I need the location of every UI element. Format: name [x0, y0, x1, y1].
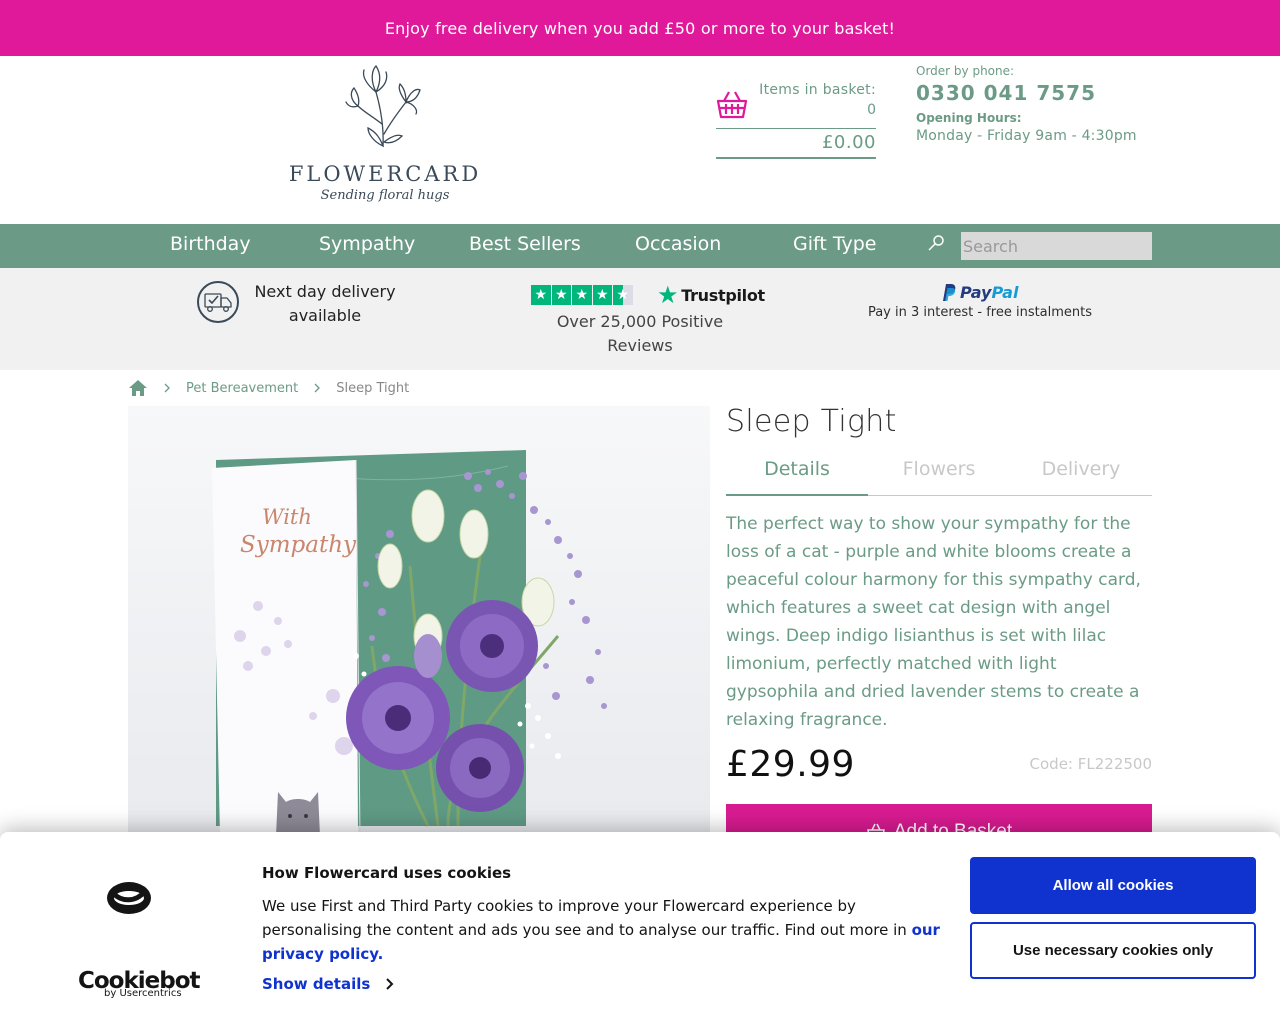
search-input[interactable] — [961, 232, 1152, 260]
basket-icon[interactable] — [716, 88, 748, 120]
cookiebot-mark-icon — [107, 882, 151, 914]
nav-item-birthday[interactable]: Birthday — [170, 233, 251, 255]
basket-label: Items in basket: — [759, 82, 876, 98]
trustpilot-star-icon: ★ — [551, 285, 571, 305]
trustpilot-logo[interactable]: ★ Trustpilot — [657, 281, 765, 309]
opening-hours-label: Opening Hours: — [916, 111, 1022, 125]
basket-underline — [716, 157, 876, 159]
product-image[interactable]: With Sympathy — [128, 406, 710, 836]
paypal-logo: PayPal — [940, 282, 1018, 302]
promo-text: Enjoy free delivery when you add £50 or … — [384, 18, 896, 38]
basket-count: 0 — [867, 102, 876, 118]
trustpilot-brand: Trustpilot — [681, 285, 765, 305]
home-icon[interactable] — [128, 379, 148, 397]
paypal-instalments-text: Pay in 3 interest - free instalments — [867, 305, 1093, 320]
tab-flowers[interactable]: Flowers — [868, 458, 1010, 496]
breadcrumb-pet-bereavement[interactable]: Pet Bereavement — [186, 381, 298, 396]
nav-item-sympathy[interactable]: Sympathy — [319, 233, 415, 255]
chevron-right-icon — [386, 978, 394, 990]
nav-item-best-sellers[interactable]: Best Sellers — [469, 233, 581, 255]
paypal-icon — [943, 284, 956, 301]
opening-hours: Monday - Friday 9am - 4:30pm — [916, 128, 1137, 144]
trustpilot-star-icon: ★ — [592, 285, 612, 305]
basket-summary[interactable]: Items in basket: 0 £0.00 — [716, 80, 876, 159]
chevron-right-icon — [164, 383, 170, 393]
tab-delivery[interactable]: Delivery — [1010, 458, 1152, 496]
order-by-phone-label: Order by phone: — [916, 64, 1015, 78]
necessary-cookies-button[interactable]: Use necessary cookies only — [970, 922, 1256, 979]
product-code: Code: FL222500 — [1029, 755, 1152, 773]
paypal-wordmark: PayPal — [960, 282, 1019, 302]
logo-wordmark[interactable]: FLOWERCARD — [288, 162, 482, 186]
product-price: £29.99 — [726, 744, 855, 785]
trustpilot-reviews-text: Over 25,000 Positive Reviews — [556, 312, 724, 355]
phone-number[interactable]: 0330 041 7575 — [916, 81, 1176, 105]
show-details-button[interactable]: Show details — [262, 975, 394, 993]
contact-info: Order by phone: 0330 041 7575 Opening Ho… — [916, 64, 1176, 144]
cookiebot-by-text: by Usercentrics — [104, 988, 182, 999]
trustpilot-star-icon: ★ — [572, 285, 592, 305]
cookie-title: How Flowercard uses cookies — [262, 864, 512, 882]
breadcrumb: Pet Bereavement Sleep Tight — [128, 376, 423, 400]
product-title: Sleep Tight — [726, 404, 897, 439]
logo-tagline: Sending floral hugs — [320, 188, 450, 203]
trustpilot-half-star-icon: ★ — [613, 285, 633, 305]
trustpilot-star-icon: ★ — [657, 281, 679, 309]
trustpilot-star-icon: ★ — [531, 285, 551, 305]
basket-divider — [716, 128, 876, 129]
show-details-label: Show details — [262, 975, 371, 993]
trustpilot-rating-stars: ★ ★ ★ ★ ★ — [531, 285, 633, 305]
promo-banner: Enjoy free delivery when you add £50 or … — [0, 0, 1280, 56]
site-header: FLOWERCARD Sending floral hugs Items in … — [0, 56, 1280, 224]
nav-item-gift-type[interactable]: Gift Type — [793, 233, 877, 255]
basket-total: £0.00 — [821, 132, 876, 153]
cookie-banner: Cookiebot by Usercentrics How Flowercard… — [0, 832, 1280, 1024]
product-tabs: Details Flowers Delivery — [726, 456, 1152, 496]
delivery-truck-icon — [197, 281, 239, 323]
search-icon[interactable] — [926, 233, 946, 253]
cookie-body: We use First and Third Party cookies to … — [262, 894, 952, 966]
nav-item-occasion[interactable]: Occasion — [635, 233, 721, 255]
breadcrumb-current: Sleep Tight — [336, 380, 410, 396]
card-text-line2: Sympathy — [240, 532, 357, 558]
next-day-delivery-text: Next day delivery available — [254, 282, 396, 325]
tab-details[interactable]: Details — [726, 458, 868, 496]
product-description: The perfect way to show your sympathy fo… — [726, 514, 1141, 730]
card-text-line1: With — [262, 505, 312, 529]
cookie-body-text: We use First and Third Party cookies to … — [262, 897, 912, 939]
usp-strip: Next day delivery available ★ ★ ★ ★ ★ ★ … — [0, 268, 1280, 370]
chevron-right-icon — [314, 383, 321, 393]
allow-all-cookies-button[interactable]: Allow all cookies — [970, 857, 1256, 914]
